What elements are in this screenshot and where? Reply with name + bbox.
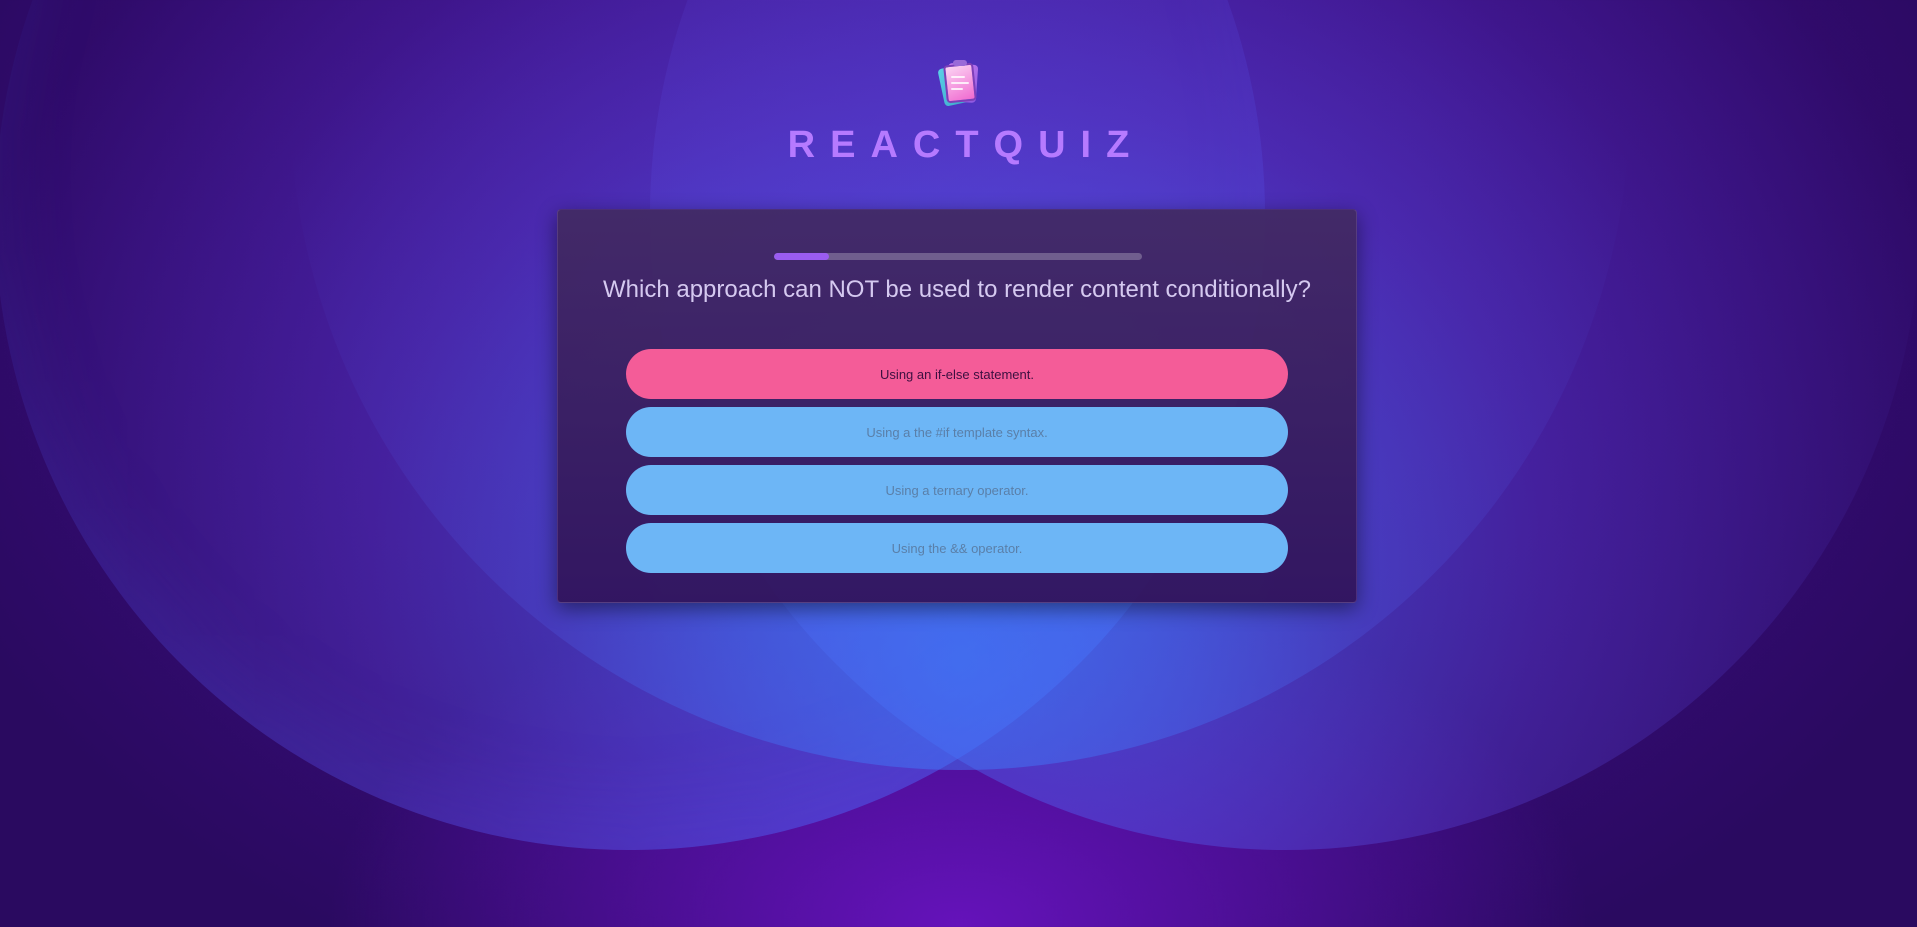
option-label: Using an if-else statement.	[880, 366, 1034, 382]
options-list: Using an if-else statement. Using a the …	[626, 349, 1288, 581]
option-label: Using a ternary operator.	[885, 482, 1029, 498]
quiz-card: Which approach can NOT be used to render…	[557, 209, 1357, 603]
progress-fill	[774, 253, 830, 260]
option-button-3[interactable]: Using a ternary operator.	[626, 465, 1288, 515]
option-button-2[interactable]: Using a the #if template syntax.	[626, 407, 1288, 457]
option-button-1[interactable]: Using an if-else statement.	[626, 349, 1288, 399]
progress-bar	[774, 253, 1142, 260]
option-button-4[interactable]: Using the && operator.	[626, 523, 1288, 573]
app-title: REACTQUIZ	[787, 124, 1145, 166]
option-label: Using the && operator.	[891, 540, 1023, 556]
question-text: Which approach can NOT be used to render…	[603, 276, 1311, 303]
quiz-cards-icon	[935, 58, 983, 110]
app-header: REACTQUIZ	[0, 58, 1917, 167]
option-label: Using a the #if template syntax.	[866, 424, 1048, 440]
